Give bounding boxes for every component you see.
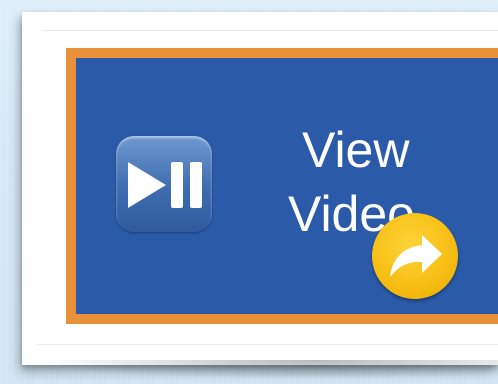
divider <box>36 344 498 345</box>
card-shadow <box>40 360 498 380</box>
view-video-label-line-1: View <box>302 122 410 178</box>
divider <box>42 30 498 31</box>
share-arrow-icon[interactable] <box>372 213 458 299</box>
play-pause-icon <box>116 136 212 232</box>
